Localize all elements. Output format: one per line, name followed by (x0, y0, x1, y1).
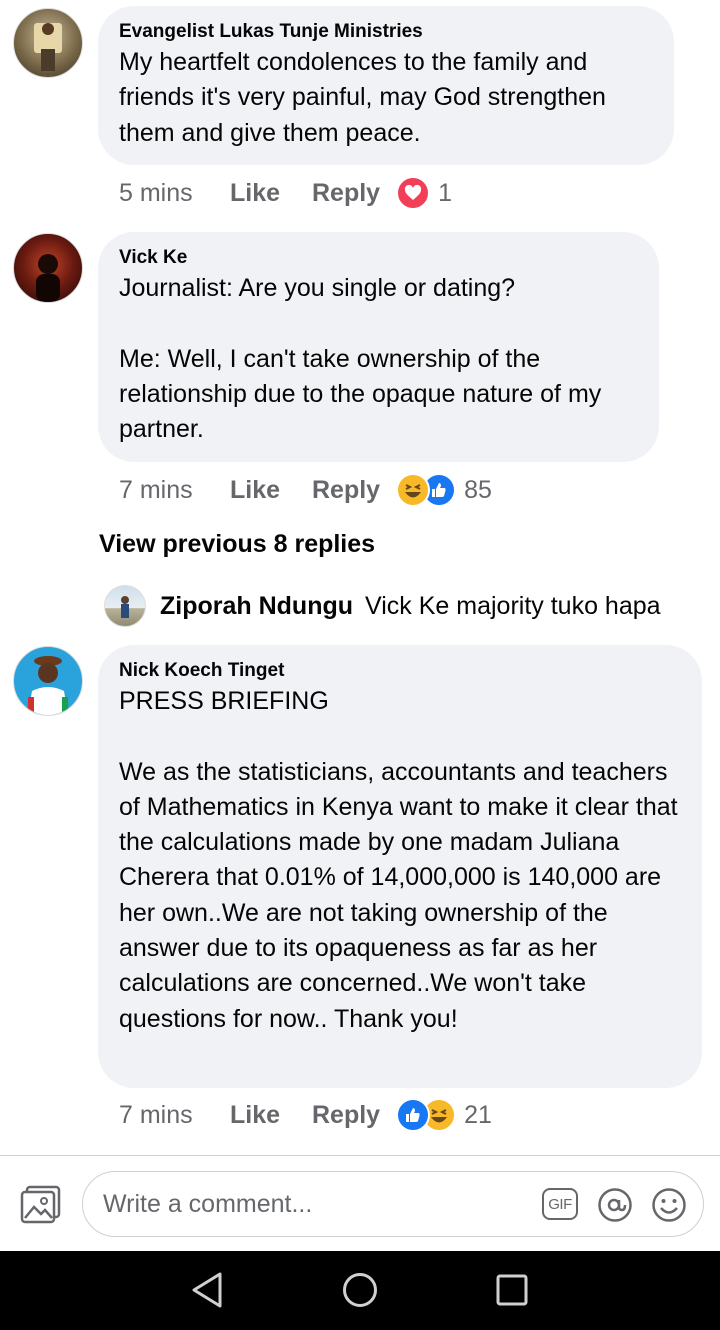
comment-bubble: Nick Koech Tinget PRESS BRIEFING We as t… (98, 645, 702, 1088)
comment-actions: 5 mins Like Reply 1 (119, 175, 452, 211)
thumbs-up-icon (396, 1098, 431, 1132)
reaction-count: 85 (464, 475, 492, 504)
reply-button[interactable]: Reply (312, 1101, 380, 1130)
comment-time[interactable]: 5 mins (119, 179, 230, 208)
comment-time[interactable]: 7 mins (119, 476, 230, 505)
comment-actions: 7 mins Like Reply 21 (119, 1097, 492, 1133)
heart-icon (396, 176, 431, 210)
home-icon[interactable] (342, 1272, 378, 1313)
comment-text: Journalist: Are you single or dating? Me… (119, 274, 602, 444)
reply-text: Vick Ke majority tuko hapa (365, 591, 661, 620)
avatar-photo (121, 596, 129, 618)
avatar[interactable] (13, 646, 83, 716)
view-previous-replies-link[interactable]: View previous 8 replies (99, 530, 375, 559)
reaction-count: 1 (438, 178, 452, 207)
comment-text: My heartfelt condolences to the family a… (119, 48, 606, 147)
comment-text: PRESS BRIEFING We as the statisticians, … (119, 687, 678, 1033)
comment-bubble: Vick Ke Journalist: Are you single or da… (98, 232, 659, 462)
reply-button[interactable]: Reply (312, 179, 380, 208)
comment-input[interactable] (101, 1188, 525, 1220)
avatar-photo (34, 23, 62, 71)
back-icon[interactable] (190, 1271, 224, 1314)
avatar[interactable] (104, 585, 146, 627)
like-button[interactable]: Like (230, 476, 312, 505)
haha-icon (396, 473, 431, 507)
avatar[interactable] (13, 233, 83, 303)
comment-bubble: Evangelist Lukas Tunje Ministries My hea… (98, 6, 674, 165)
comment-author[interactable]: Nick Koech Tinget (119, 659, 682, 683)
like-button[interactable]: Like (230, 179, 312, 208)
reply-author[interactable]: Ziporah Ndungu (160, 592, 353, 621)
comment-author[interactable]: Evangelist Lukas Tunje Ministries (119, 20, 654, 44)
avatar-photo (28, 656, 68, 715)
comment-time[interactable]: 7 mins (119, 1101, 230, 1130)
reaction-count: 21 (464, 1100, 492, 1129)
comment-actions: 7 mins Like Reply 85 (119, 472, 492, 508)
comment-composer[interactable]: GIF (82, 1171, 704, 1237)
reply-button[interactable]: Reply (312, 476, 380, 505)
composer-divider (0, 1155, 720, 1156)
photo-icon[interactable] (20, 1184, 62, 1224)
emoji-icon[interactable] (651, 1187, 687, 1228)
reaction-summary[interactable]: 1 (396, 176, 452, 210)
reaction-summary[interactable]: 85 (396, 473, 492, 507)
reaction-summary[interactable]: 21 (396, 1098, 492, 1132)
avatar-photo (36, 254, 60, 302)
mention-icon[interactable] (597, 1187, 633, 1228)
avatar[interactable] (13, 8, 83, 78)
gif-label: GIF (548, 1195, 572, 1213)
gif-icon[interactable]: GIF (542, 1188, 578, 1220)
system-navigation-bar (0, 1251, 720, 1330)
comment-author[interactable]: Vick Ke (119, 246, 639, 270)
like-button[interactable]: Like (230, 1101, 312, 1130)
recents-icon[interactable] (496, 1274, 528, 1311)
nested-reply: Ziporah Ndungu Vick Ke majority tuko hap… (104, 584, 661, 628)
